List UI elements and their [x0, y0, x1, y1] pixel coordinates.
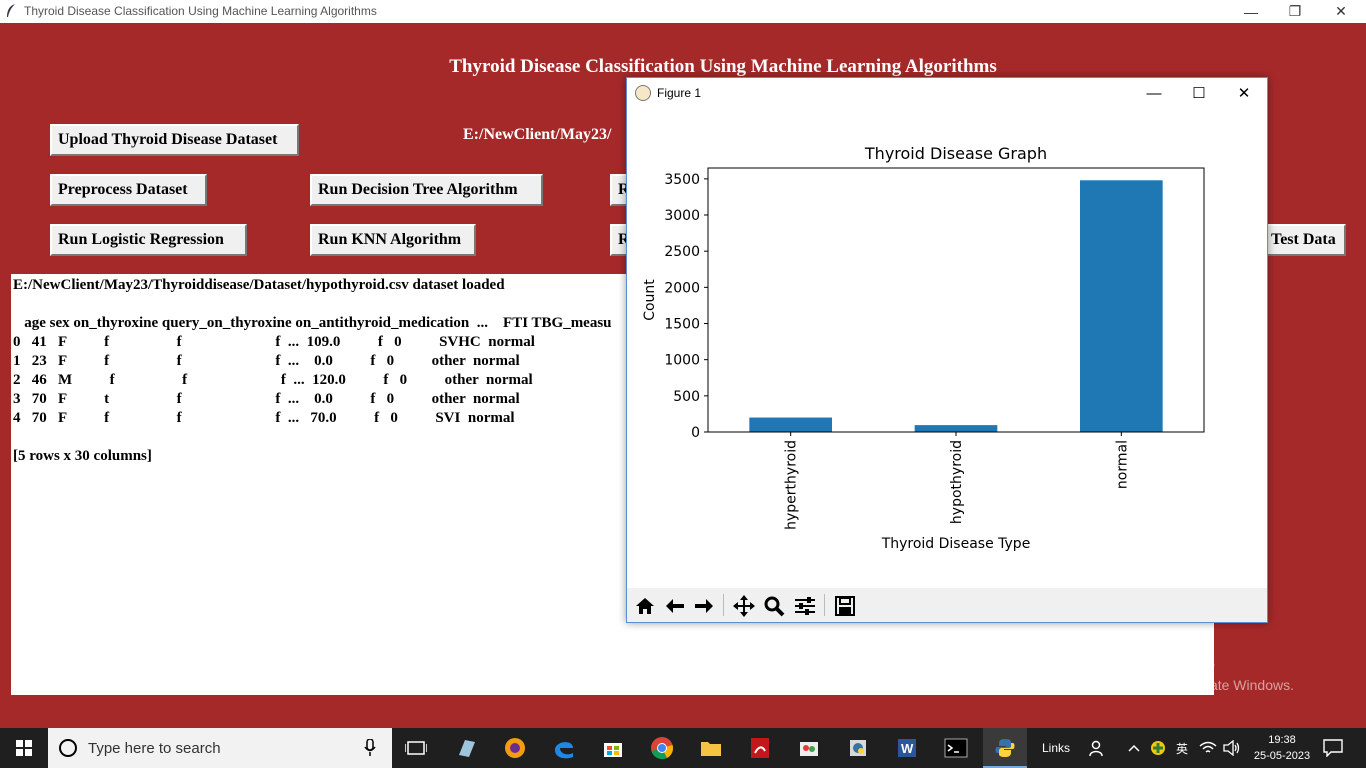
chart-title: Thyroid Disease Graph [864, 144, 1047, 163]
x-tick-label: hyperthyroid [784, 440, 800, 530]
output-line: 0 41 F f f f ... 109.0 f 0 SVHC normal [13, 334, 535, 350]
back-arrow-icon[interactable] [661, 592, 689, 620]
figure-title: Figure 1 [657, 86, 702, 100]
y-tick-label: 2500 [664, 244, 700, 260]
home-icon[interactable] [631, 592, 659, 620]
people-icon[interactable] [1086, 728, 1110, 768]
bar [914, 425, 998, 432]
configure-subplots-icon[interactable] [791, 592, 819, 620]
x-axis-label: Thyroid Disease Type [881, 536, 1031, 552]
figure-titlebar: Figure 1 — ☐ ✕ [627, 78, 1267, 108]
y-axis-label: Count [642, 279, 658, 321]
antivirus-icon[interactable] [1148, 728, 1168, 768]
wifi-icon[interactable] [1196, 728, 1220, 768]
figure-toolbar [627, 588, 1267, 622]
chevron-up-icon[interactable] [1124, 728, 1144, 768]
toolbar-separator [824, 594, 825, 616]
y-tick-label: 500 [673, 389, 700, 405]
close-button[interactable]: ✕ [1318, 0, 1364, 23]
file-explorer-icon[interactable] [689, 728, 733, 768]
restore-button[interactable]: ❐ [1272, 0, 1318, 23]
microphone-icon[interactable] [364, 739, 376, 757]
taskbar-search-box[interactable]: Type here to search [48, 728, 392, 768]
y-tick-label: 0 [691, 425, 700, 441]
output-line: E:/NewClient/May23/Thyroiddisease/Datase… [13, 277, 505, 293]
output-line: 4 70 F f f f ... 70.0 f 0 SVI normal [13, 410, 515, 426]
search-placeholder: Type here to search [88, 739, 221, 757]
edge-icon[interactable] [542, 728, 586, 768]
python-app-icon[interactable] [983, 728, 1027, 768]
links-toolbar[interactable]: Links [1036, 728, 1076, 768]
word-icon[interactable]: W [885, 728, 929, 768]
output-line: age sex on_thyroxine query_on_thyroxine … [13, 315, 612, 331]
y-tick-label: 1000 [664, 353, 700, 369]
output-line: 1 23 F f f f ... 0.0 f 0 other normal [13, 353, 520, 369]
main-titlebar: Thyroid Disease Classification Using Mac… [0, 0, 1366, 23]
paint-icon[interactable] [787, 728, 831, 768]
run-decision-tree-button[interactable]: Run Decision Tree Algorithm [310, 174, 543, 206]
activate-subtitle: Go to Settings to activate Windows. [1073, 677, 1294, 693]
dataset-path-label: E:/NewClient/May23/ [463, 126, 612, 143]
toolbar-separator [723, 594, 724, 616]
minimize-button[interactable]: — [1228, 0, 1274, 23]
python-idle-icon[interactable] [836, 728, 880, 768]
notification-icon[interactable] [1316, 728, 1350, 768]
zoom-icon[interactable] [760, 592, 788, 620]
pdf-reader-icon[interactable] [738, 728, 782, 768]
activate-title: Activate Windows [1073, 652, 1216, 672]
output-line: 3 70 F t f f ... 0.0 f 0 other normal [13, 391, 520, 407]
task-view-icon[interactable] [394, 728, 438, 768]
svg-text:W: W [901, 741, 914, 756]
output-line: [5 rows x 30 columns] [13, 448, 152, 464]
upload-dataset-button[interactable]: Upload Thyroid Disease Dataset [50, 124, 299, 156]
matplotlib-icon [635, 85, 651, 101]
chrome-icon[interactable] [640, 728, 684, 768]
y-tick-label: 3000 [664, 208, 700, 224]
figure-window: Figure 1 — ☐ ✕ Thyroid Disease Graph hype… [626, 77, 1268, 623]
browser-shield-icon[interactable] [493, 728, 537, 768]
x-tick-label: normal [1114, 440, 1130, 489]
bar [749, 417, 832, 432]
pan-icon[interactable] [730, 592, 758, 620]
input-method-icon[interactable]: 英 [1170, 728, 1194, 768]
y-tick-label: 3500 [664, 172, 700, 188]
save-icon[interactable] [831, 592, 859, 620]
x-tick-label: hypothyroid [949, 440, 965, 524]
volume-icon[interactable] [1220, 728, 1244, 768]
figure-maximize-button[interactable]: ☐ [1176, 78, 1222, 108]
bar [1080, 180, 1163, 432]
store-icon[interactable] [591, 728, 635, 768]
command-prompt-icon[interactable] [934, 728, 978, 768]
search-icon [59, 739, 77, 757]
taskbar: Type here to search W Links 英 19:38 25-0… [0, 728, 1366, 768]
page-heading: Thyroid Disease Classification Using Mac… [449, 56, 997, 77]
figure-close-button[interactable]: ✕ [1221, 78, 1267, 108]
figure-minimize-button[interactable]: — [1131, 78, 1177, 108]
ime-label: 英 [1175, 741, 1188, 756]
window-title: Thyroid Disease Classification Using Mac… [24, 4, 377, 18]
start-button[interactable] [0, 728, 48, 768]
clock-time: 19:38 [1268, 734, 1296, 746]
notes-app-icon[interactable] [444, 728, 488, 768]
preprocess-dataset-button[interactable]: Preprocess Dataset [50, 174, 207, 206]
feather-icon [7, 4, 15, 17]
output-line: 2 46 M f f f ... 120.0 f 0 other normal [13, 372, 533, 388]
bar-chart: Thyroid Disease Graph hyperthyroid hypothy… [642, 144, 1205, 552]
run-knn-button[interactable]: Run KNN Algorithm [310, 224, 476, 256]
windows-icon [16, 740, 32, 756]
y-tick-label: 2000 [664, 280, 700, 296]
links-label: Links [1041, 741, 1070, 755]
run-logistic-regression-button[interactable]: Run Logistic Regression [50, 224, 247, 256]
taskbar-clock[interactable]: 19:38 25-05-2023 [1252, 732, 1312, 764]
y-tick-label: 1500 [664, 317, 700, 333]
clock-date: 25-05-2023 [1253, 750, 1311, 762]
activate-windows-watermark: Activate Windows Go to Settings to activ… [1073, 652, 1294, 693]
forward-arrow-icon[interactable] [690, 592, 718, 620]
test-data-button[interactable]: Test Data [1266, 224, 1346, 256]
